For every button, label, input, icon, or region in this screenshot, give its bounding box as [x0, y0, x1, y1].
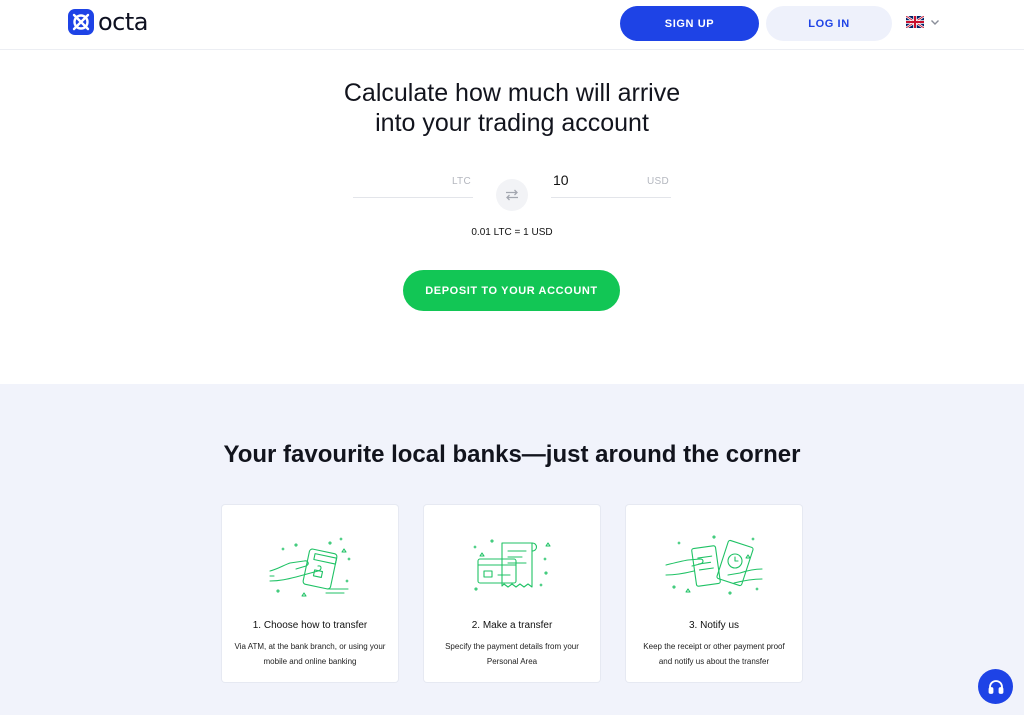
- support-chat-button[interactable]: [978, 669, 1013, 704]
- local-banks-section: Your favourite local banks—just around t…: [0, 384, 1024, 715]
- headset-icon: [988, 679, 1003, 694]
- deposit-button[interactable]: DEPOSIT TO YOUR ACCOUNT: [403, 270, 620, 311]
- logo-text: octa: [98, 8, 149, 36]
- hand-card-icon: [269, 537, 351, 597]
- hands-receipt-icon: [665, 535, 763, 595]
- from-currency-label: LTC: [451, 176, 471, 187]
- language-selector[interactable]: [906, 16, 940, 28]
- step-title: 1. Choose how to transfer: [252, 620, 368, 631]
- step-title: 2. Make a transfer: [471, 620, 553, 631]
- sign-up-button[interactable]: SIGN UP: [620, 6, 759, 41]
- octa-logo-icon: [68, 9, 94, 35]
- step-card-choose: 1. Choose how to transfer Via ATM, at th…: [222, 505, 398, 682]
- exchange-rate: 0.01 LTC = 1 USD: [471, 227, 553, 238]
- logo[interactable]: octa: [68, 8, 149, 36]
- calculator-title-line2: into your trading account: [375, 109, 649, 137]
- log-in-button[interactable]: LOG IN: [766, 6, 892, 41]
- from-amount-field[interactable]: LTC: [353, 170, 473, 198]
- calculator-title: Calculate how much will arrive into your…: [0, 78, 1024, 138]
- to-amount-value: 10: [553, 172, 569, 188]
- card-receipt-icon: [473, 539, 551, 591]
- calculator-title-line1: Calculate how much will arrive: [343, 79, 681, 107]
- to-amount-field[interactable]: 10 USD: [551, 170, 671, 198]
- site-header: octa SIGN UP LOG IN: [0, 0, 1024, 50]
- step-card-notify: 3. Notify us Keep the receipt or other p…: [626, 505, 802, 682]
- step-card-transfer: 2. Make a transfer Specify the payment d…: [424, 505, 600, 682]
- swap-currencies-button[interactable]: [496, 179, 528, 211]
- step-title: 3. Notify us: [688, 620, 740, 631]
- chevron-down-icon: [931, 20, 939, 25]
- step-description: Via ATM, at the bank branch, or using yo…: [234, 642, 386, 666]
- flag-uk-icon: [906, 16, 924, 28]
- step-description: Keep the receipt or other payment proof …: [643, 642, 785, 666]
- to-currency-label: USD: [646, 176, 669, 187]
- banks-title: Your favourite local banks—just around t…: [223, 441, 801, 468]
- swap-arrows-icon: [506, 189, 518, 201]
- step-description: Specify the payment details from your Pe…: [445, 642, 579, 666]
